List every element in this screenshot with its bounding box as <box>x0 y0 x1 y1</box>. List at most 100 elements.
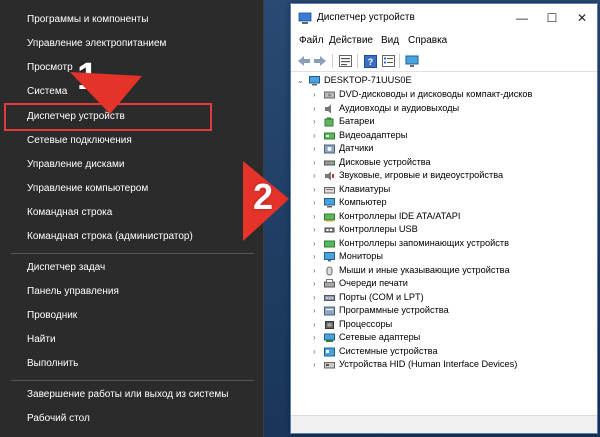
expand-chevron-icon[interactable]: › <box>313 196 321 210</box>
disk-drive-icon <box>324 160 335 165</box>
menu-item-task-manager[interactable]: Диспетчер задач <box>0 257 262 279</box>
tree-item-label: Контроллеры USB <box>339 224 418 234</box>
expand-chevron-icon[interactable]: › <box>313 210 321 224</box>
computer-icon <box>324 198 335 208</box>
menu-item-run[interactable]: Выполнить <box>0 353 262 375</box>
tree-item-label: Контроллеры запоминающих устройств <box>339 237 509 248</box>
help-icon: ? <box>363 54 377 68</box>
menu-action[interactable]: Действие <box>329 35 373 46</box>
tree-item-label: Системные устройства <box>339 345 438 356</box>
expand-chevron-icon[interactable]: › <box>313 358 321 372</box>
expand-chevron-icon[interactable]: › <box>313 129 321 143</box>
minimize-icon: — <box>516 11 528 25</box>
toolbar-separator <box>399 54 400 68</box>
maximize-button[interactable]: ☐ <box>537 4 567 32</box>
tree-item-label: Дисковые устройства <box>339 156 431 167</box>
menu-view[interactable]: Вид <box>381 35 399 46</box>
window-titlebar[interactable]: Диспетчер устройств — ☐ ✕ <box>291 4 597 32</box>
expand-chevron-icon[interactable]: › <box>313 169 321 183</box>
tree-item-label: Сетевые адаптеры <box>339 332 421 342</box>
list-view-icon <box>381 55 395 67</box>
expand-chevron-icon[interactable]: › <box>313 291 321 305</box>
expand-chevron-icon[interactable]: › <box>313 318 321 332</box>
help-button[interactable]: ? <box>362 53 378 69</box>
expand-chevron-icon[interactable]: › <box>313 237 321 251</box>
step-2-number: 2 <box>253 176 274 217</box>
maximize-icon: ☐ <box>546 11 558 25</box>
monitor-icon <box>324 252 335 262</box>
tree-root-label: DESKTOP-71UUS0E <box>324 75 412 85</box>
collapse-chevron-icon[interactable]: ⌄ <box>297 74 305 88</box>
menu-item-command-prompt[interactable]: Командная строка <box>0 202 262 224</box>
tree-item-label: Очереди печати <box>339 278 408 288</box>
expand-chevron-icon[interactable]: › <box>313 264 321 278</box>
expand-chevron-icon[interactable]: › <box>313 183 321 197</box>
expand-chevron-icon[interactable]: › <box>313 223 321 237</box>
winx-context-menu: Программы и компоненты Управление электр… <box>0 0 264 437</box>
sensor-icon <box>324 144 335 154</box>
window-title: Диспетчер устройств <box>317 12 415 23</box>
menu-item-shutdown-signout[interactable]: Завершение работы или выход из системы <box>0 384 262 406</box>
menu-item-command-prompt-admin[interactable]: Командная строка (администратор) <box>0 226 262 248</box>
computer-icon <box>309 76 320 86</box>
expand-chevron-icon[interactable]: › <box>313 88 321 102</box>
ide-controller-icon <box>324 213 335 221</box>
menu-help[interactable]: Справка <box>408 35 447 46</box>
menu-item-explorer[interactable]: Проводник <box>0 305 262 327</box>
tree-item-label: Датчики <box>339 143 374 153</box>
network-adapter-icon <box>324 333 335 342</box>
menu-item-search[interactable]: Найти <box>0 329 262 351</box>
minimize-button[interactable]: — <box>507 4 537 32</box>
forward-button[interactable] <box>312 53 328 69</box>
toolbar-separator <box>357 54 358 68</box>
tree-item-label: Мониторы <box>339 251 383 261</box>
dvd-drive-icon <box>324 91 335 99</box>
menu-item-control-panel[interactable]: Панель управления <box>0 281 262 303</box>
expand-chevron-icon[interactable]: › <box>313 142 321 156</box>
properties-view-button[interactable] <box>337 53 353 69</box>
tree-item-label: Процессоры <box>339 318 393 329</box>
tree-item-label: Звуковые, игровые и видеоустройства <box>339 170 504 180</box>
menu-item-power-options[interactable]: Управление электропитанием <box>0 33 262 55</box>
expand-chevron-icon[interactable]: › <box>313 156 321 170</box>
close-button[interactable]: ✕ <box>567 4 597 32</box>
tree-item-label: Видеоадаптеры <box>339 129 408 140</box>
expand-chevron-icon[interactable]: › <box>313 304 321 318</box>
horizontal-scrollbar[interactable] <box>291 415 597 433</box>
window-toolbar: ? <box>291 50 597 72</box>
menu-item-programs-features[interactable]: Программы и компоненты <box>0 9 262 31</box>
list-view-button[interactable] <box>380 53 396 69</box>
menu-separator <box>11 253 254 254</box>
menu-file[interactable]: Файл <box>299 35 324 46</box>
storage-controller-icon <box>324 240 335 247</box>
monitor-scan-icon <box>405 55 419 67</box>
tree-item-label: DVD-дисководы и дисководы компакт-дисков <box>339 89 533 99</box>
display-adapter-icon <box>324 132 335 139</box>
expand-chevron-icon[interactable]: › <box>313 102 321 116</box>
tree-item-label: Мыши и иные указывающие устройства <box>339 264 510 275</box>
tree-item-label: Контроллеры IDE ATA/ATAPI <box>339 210 461 221</box>
tree-item-label: Аудиовходы и аудиовыходы <box>339 102 460 113</box>
expand-chevron-icon[interactable]: › <box>313 345 321 359</box>
expand-chevron-icon[interactable]: › <box>313 115 321 129</box>
back-button[interactable] <box>296 53 312 69</box>
tree-item-label: Устройства HID (Human Interface Devices) <box>339 359 518 369</box>
menu-item-network-connections[interactable]: Сетевые подключения <box>0 130 262 152</box>
window-menubar: Файл Действие Вид Справка <box>291 32 597 50</box>
hid-device-icon <box>324 362 335 369</box>
device-manager-window: Диспетчер устройств — ☐ ✕ Файл Действие … <box>290 3 598 434</box>
sound-device-icon <box>325 171 334 181</box>
expand-chevron-icon[interactable]: › <box>313 331 321 345</box>
properties-icon <box>338 55 352 67</box>
scan-hardware-button[interactable] <box>404 53 420 69</box>
menu-item-disk-management[interactable]: Управление дисками <box>0 154 262 176</box>
processor-icon <box>325 320 334 329</box>
menu-item-computer-management[interactable]: Управление компьютером <box>0 178 262 200</box>
keyboard-icon <box>324 186 335 193</box>
menu-item-desktop[interactable]: Рабочий стол <box>0 408 262 430</box>
speaker-icon <box>325 104 331 113</box>
back-arrow-icon <box>298 56 310 66</box>
expand-chevron-icon[interactable]: › <box>313 250 321 264</box>
expand-chevron-icon[interactable]: › <box>313 277 321 291</box>
system-device-icon <box>324 347 335 356</box>
